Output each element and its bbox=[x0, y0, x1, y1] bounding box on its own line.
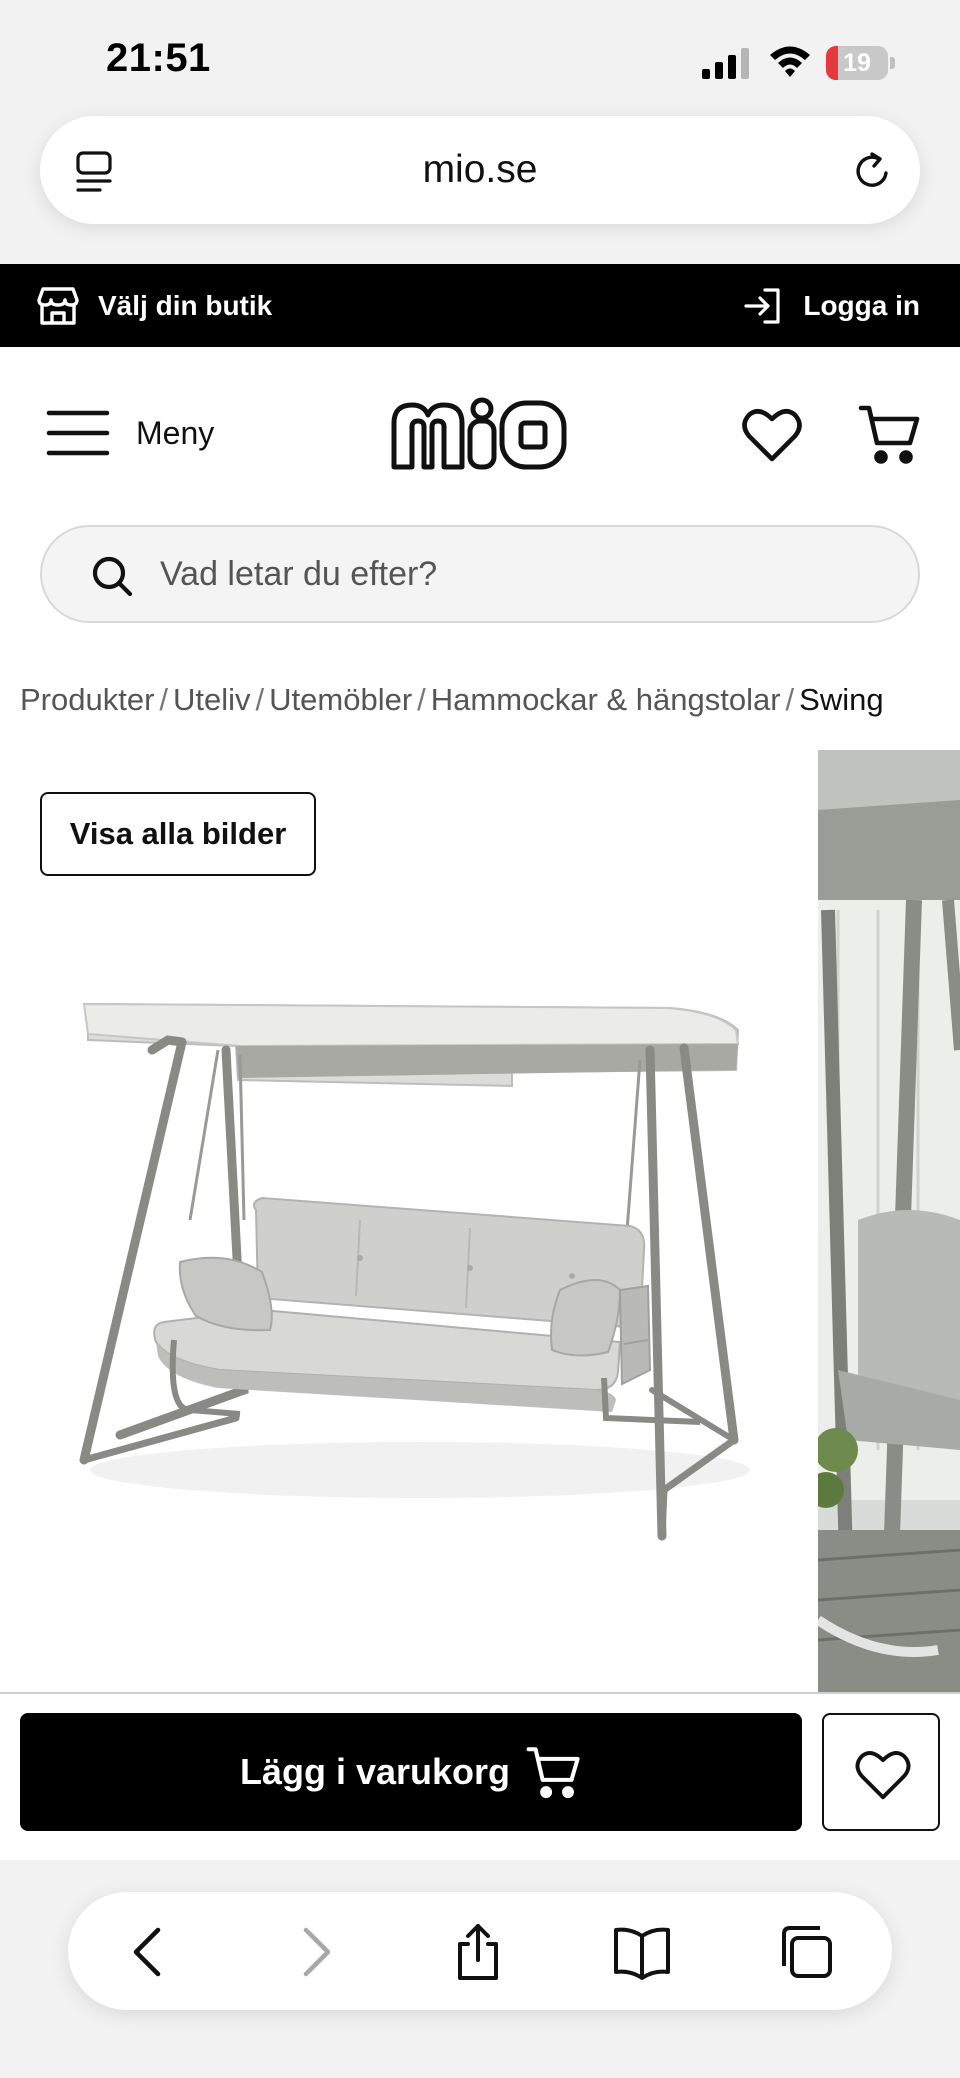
breadcrumb-separator: / bbox=[785, 682, 795, 717]
breadcrumb-current: Swing bbox=[799, 682, 884, 717]
swing-sofa-illustration bbox=[79, 1002, 750, 1541]
wishlist-button[interactable] bbox=[822, 1713, 940, 1831]
store-label: Välj din butik bbox=[98, 289, 273, 321]
heart-icon[interactable] bbox=[742, 407, 802, 463]
heart-icon bbox=[855, 1751, 911, 1800]
site-header: Meny bbox=[0, 347, 960, 522]
product-image-main[interactable] bbox=[0, 750, 818, 1694]
battery-body: 19 bbox=[826, 46, 888, 80]
search-icon bbox=[92, 556, 133, 597]
store-icon bbox=[37, 286, 79, 325]
gallery-divider bbox=[0, 1692, 960, 1694]
mio-logo[interactable] bbox=[390, 395, 568, 477]
cart-icon bbox=[526, 1747, 580, 1799]
browser-top-bar: mio.se bbox=[0, 110, 960, 264]
status-bar: 21:51 19 bbox=[0, 0, 960, 110]
reload-icon[interactable] bbox=[850, 149, 894, 193]
status-time: 21:51 bbox=[106, 36, 211, 80]
signal-icon bbox=[702, 48, 749, 79]
product-gallery[interactable]: Visa alla bilder bbox=[0, 750, 960, 1694]
battery-tip bbox=[890, 57, 895, 69]
wifi-icon bbox=[770, 46, 810, 77]
login-link[interactable]: Logga in bbox=[743, 264, 920, 347]
url-text[interactable]: mio.se bbox=[40, 116, 920, 224]
product-image-next[interactable] bbox=[818, 750, 960, 1694]
bookmarks-icon[interactable] bbox=[612, 1922, 672, 1982]
forward-icon[interactable] bbox=[284, 1922, 344, 1982]
login-icon bbox=[744, 287, 780, 324]
menu-button[interactable]: Meny bbox=[46, 407, 214, 459]
battery-icon: 19 bbox=[826, 46, 896, 80]
add-to-cart-button[interactable]: Lägg i varukorg bbox=[20, 1713, 802, 1831]
view-all-images-button[interactable]: Visa alla bilder bbox=[40, 792, 316, 876]
breadcrumb-item[interactable]: Uteliv bbox=[173, 682, 251, 717]
breadcrumb-separator: / bbox=[159, 682, 169, 717]
login-label: Logga in bbox=[803, 289, 920, 321]
menu-label: Meny bbox=[136, 414, 215, 451]
breadcrumb-item[interactable]: Utemöbler bbox=[269, 682, 412, 717]
choose-store-link[interactable]: Välj din butik bbox=[36, 264, 272, 347]
breadcrumb-separator: / bbox=[255, 682, 265, 717]
share-icon[interactable] bbox=[448, 1922, 508, 1982]
back-icon[interactable] bbox=[120, 1922, 180, 1982]
breadcrumb: Produkter / Uteliv / Utemöbler / Hammockar & h… bbox=[20, 682, 960, 718]
search-bar[interactable] bbox=[40, 525, 920, 623]
add-to-cart-label: Lägg i varukorg bbox=[239, 1751, 511, 1792]
swing-photo-preview bbox=[818, 750, 960, 1694]
address-bar[interactable]: mio.se bbox=[40, 116, 920, 224]
battery-level: 19 bbox=[843, 49, 871, 77]
breadcrumb-item[interactable]: Hammockar & hängstolar bbox=[431, 682, 781, 717]
breadcrumb-separator: / bbox=[417, 682, 426, 717]
cart-icon[interactable] bbox=[858, 403, 922, 465]
hamburger-icon bbox=[46, 410, 110, 456]
top-strip: Välj din butik Logga in bbox=[0, 264, 960, 347]
tabs-icon[interactable] bbox=[776, 1922, 836, 1982]
browser-toolbar bbox=[68, 1892, 892, 2010]
breadcrumb-item[interactable]: Produkter bbox=[20, 682, 154, 717]
search-input[interactable] bbox=[160, 527, 880, 621]
browser-bottom-bar bbox=[0, 1860, 960, 2078]
